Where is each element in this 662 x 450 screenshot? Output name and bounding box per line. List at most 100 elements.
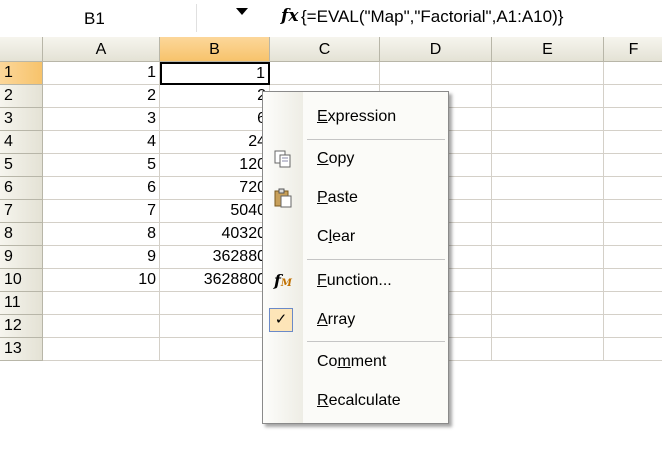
cell-f2[interactable] (604, 85, 662, 108)
menu-item-label: Clear (317, 228, 356, 245)
row-header-11[interactable]: 11 (0, 292, 43, 315)
menu-item-function[interactable]: fM Function... (263, 262, 448, 300)
cell-e5[interactable] (492, 154, 604, 177)
cell-a8[interactable]: 8 (43, 223, 160, 246)
column-header-e[interactable]: E (492, 37, 604, 62)
cell-e11[interactable] (492, 292, 604, 315)
cell-b4[interactable]: 24 (160, 131, 270, 154)
cell-b3[interactable]: 6 (160, 108, 270, 131)
row-header-3[interactable]: 3 (0, 108, 43, 131)
cell-f11[interactable] (604, 292, 662, 315)
cell-a11[interactable] (43, 292, 160, 315)
name-box[interactable]: B1 (0, 4, 197, 32)
cell-e1[interactable] (492, 62, 604, 85)
cell-a4[interactable]: 4 (43, 131, 160, 154)
menu-separator (307, 341, 445, 342)
cell-b7[interactable]: 5040 (160, 200, 270, 223)
cell-e3[interactable] (492, 108, 604, 131)
row-header-6[interactable]: 6 (0, 177, 43, 200)
menu-item-label: Function... (317, 272, 392, 289)
function-icon: fM (274, 271, 292, 290)
cell-f3[interactable] (604, 108, 662, 131)
cell-f4[interactable] (604, 131, 662, 154)
cell-c1[interactable] (270, 62, 380, 85)
cell-a5[interactable]: 5 (43, 154, 160, 177)
row-header-13[interactable]: 13 (0, 338, 43, 361)
cell-a9[interactable]: 9 (43, 246, 160, 269)
column-header-a[interactable]: A (43, 37, 160, 62)
row-header-10[interactable]: 10 (0, 269, 43, 292)
cell-d1[interactable] (380, 62, 492, 85)
menu-item-label: Paste (317, 189, 358, 206)
cell-a6[interactable]: 6 (43, 177, 160, 200)
menu-separator (307, 259, 445, 260)
paste-icon (273, 188, 293, 208)
cell-e2[interactable] (492, 85, 604, 108)
cell-f5[interactable] (604, 154, 662, 177)
menu-item-label: Copy (317, 150, 355, 167)
cell-e8[interactable] (492, 223, 604, 246)
cell-f6[interactable] (604, 177, 662, 200)
cell-b10[interactable]: 3628800 (160, 269, 270, 292)
cell-e7[interactable] (492, 200, 604, 223)
row-header-2[interactable]: 2 (0, 85, 43, 108)
cell-b12[interactable] (160, 315, 270, 338)
row-header-9[interactable]: 9 (0, 246, 43, 269)
row-header-1[interactable]: 1 (0, 62, 43, 85)
cell-a10[interactable]: 10 (43, 269, 160, 292)
cell-f8[interactable] (604, 223, 662, 246)
cell-a3[interactable]: 3 (43, 108, 160, 131)
cell-b1[interactable]: 1 (160, 62, 270, 85)
menu-item-label: Recalculate (317, 392, 401, 409)
formula-bar: B1 fx {=EVAL("Map","Factorial",A1:A10)} (0, 0, 662, 38)
name-box-dropdown-icon[interactable] (236, 8, 248, 15)
menu-item-label: Comment (317, 353, 387, 370)
menu-item-comment[interactable]: Comment (263, 343, 448, 381)
cell-a7[interactable]: 7 (43, 200, 160, 223)
cell-f10[interactable] (604, 269, 662, 292)
select-all-corner[interactable] (0, 37, 43, 62)
cell-b5[interactable]: 120 (160, 154, 270, 177)
cell-e4[interactable] (492, 131, 604, 154)
cell-f12[interactable] (604, 315, 662, 338)
cell-f13[interactable] (604, 338, 662, 361)
cell-b8[interactable]: 40320 (160, 223, 270, 246)
cell-f9[interactable] (604, 246, 662, 269)
cell-b13[interactable] (160, 338, 270, 361)
cell-a13[interactable] (43, 338, 160, 361)
column-header-d[interactable]: D (380, 37, 492, 62)
row-header-8[interactable]: 8 (0, 223, 43, 246)
menu-item-recalculate[interactable]: Recalculate (263, 382, 448, 420)
cell-a2[interactable]: 2 (43, 85, 160, 108)
menu-item-expression[interactable]: Expression (263, 98, 448, 136)
menu-item-label: Array (317, 311, 356, 328)
menu-item-array[interactable]: ✓ Array (263, 301, 448, 339)
cell-e13[interactable] (492, 338, 604, 361)
menu-item-copy[interactable]: Copy (263, 140, 448, 178)
cell-b6[interactable]: 720 (160, 177, 270, 200)
cell-e12[interactable] (492, 315, 604, 338)
checkmark-icon: ✓ (269, 308, 293, 332)
row-header-4[interactable]: 4 (0, 131, 43, 154)
formula-input[interactable]: {=EVAL("Map","Factorial",A1:A10)} (301, 7, 563, 27)
cell-a12[interactable] (43, 315, 160, 338)
menu-item-label: Expression (317, 108, 397, 125)
column-header-f[interactable]: F (604, 37, 662, 62)
insert-function-icon[interactable]: fx (281, 6, 298, 26)
menu-item-paste[interactable]: Paste (263, 179, 448, 217)
cell-e9[interactable] (492, 246, 604, 269)
column-header-c[interactable]: C (270, 37, 380, 62)
cell-e6[interactable] (492, 177, 604, 200)
cell-b2[interactable]: 2 (160, 85, 270, 108)
cell-b11[interactable] (160, 292, 270, 315)
cell-b9[interactable]: 362880 (160, 246, 270, 269)
row-header-12[interactable]: 12 (0, 315, 43, 338)
row-header-5[interactable]: 5 (0, 154, 43, 177)
menu-item-clear[interactable]: Clear (263, 218, 448, 256)
row-header-7[interactable]: 7 (0, 200, 43, 223)
cell-f1[interactable] (604, 62, 662, 85)
cell-e10[interactable] (492, 269, 604, 292)
cell-f7[interactable] (604, 200, 662, 223)
cell-a1[interactable]: 1 (43, 62, 160, 85)
column-header-b[interactable]: B (160, 37, 270, 62)
